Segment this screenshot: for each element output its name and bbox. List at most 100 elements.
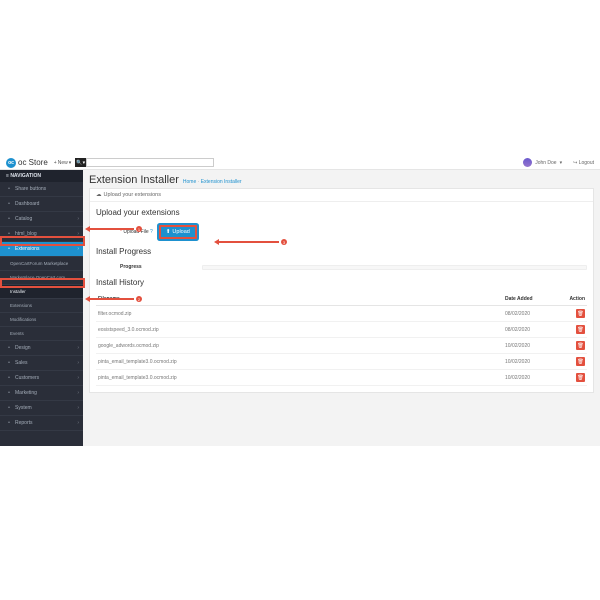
user-name[interactable]: John Doe [535, 160, 556, 166]
trash-icon: 🗑 [577, 375, 583, 381]
nav-icon: • [6, 201, 12, 207]
new-button[interactable]: + New ▾ [54, 160, 71, 166]
col-filename[interactable]: Filename [96, 293, 503, 306]
sidebar-item-label: Marketing [15, 390, 37, 396]
annotation-box-extensions [0, 236, 85, 246]
cell-filename: google_adwords.ocmod.zip [96, 338, 503, 354]
chevron-right-icon: › [77, 216, 79, 222]
delete-button[interactable]: 🗑 [576, 341, 585, 350]
sidebar-item[interactable]: •Marketing › [0, 386, 83, 401]
chevron-right-icon: › [77, 390, 79, 396]
search-button[interactable]: 🔍 ▾ [75, 158, 86, 167]
sidebar-item-label: Extensions [10, 303, 32, 308]
sidebar-item-label: Extensions [15, 246, 39, 252]
sidebar-item-label: OpenCartForum Marketplace [10, 261, 68, 266]
nav-icon: • [6, 375, 12, 381]
nav-icon: • [6, 345, 12, 351]
cell-filename: eosistspeed_3.0.ocmod.zip [96, 322, 503, 338]
progress-section-title: Install Progress [96, 247, 587, 256]
table-row: filter.ocmod.zip08/02/2020 🗑 [96, 306, 587, 322]
sidebar-item-label: Share buttons [15, 186, 46, 192]
cell-date: 10/02/2020 [503, 338, 559, 354]
caret-down-icon: ▾ [69, 160, 72, 166]
nav-icon: • [6, 360, 12, 366]
cell-date: 10/02/2020 [503, 370, 559, 386]
sidebar-item-label: Reports [15, 420, 33, 426]
upload-section-title: Upload your extensions [96, 208, 587, 217]
chevron-right-icon: › [77, 375, 79, 381]
sidebar-item[interactable]: •Share buttons [0, 182, 83, 197]
sidebar-item[interactable]: •Customers › [0, 371, 83, 386]
table-row: pinta_email_template3.0.ocmod.zip10/02/2… [96, 370, 587, 386]
nav-icon: • [6, 390, 12, 396]
logout-link[interactable]: ↪ Logout [573, 160, 594, 166]
col-date[interactable]: Date Added [503, 293, 559, 306]
nav-icon: • [6, 405, 12, 411]
delete-button[interactable]: 🗑 [576, 373, 585, 382]
cell-filename: pinta_email_template3.0.ocmod.zip [96, 354, 503, 370]
sidebar-item[interactable]: •Dashboard [0, 197, 83, 212]
cell-date: 08/02/2020 [503, 306, 559, 322]
sidebar-item[interactable]: OpenCartForum Marketplace [0, 257, 83, 271]
cloud-upload-icon: ☁ [96, 192, 102, 198]
trash-icon: 🗑 [577, 343, 583, 349]
trash-icon: 🗑 [577, 359, 583, 365]
table-row: pinta_email_template3.0.ocmod.zip10/02/2… [96, 354, 587, 370]
sidebar-item-label: Installer [10, 289, 26, 294]
sidebar-item[interactable]: •Reports› [0, 416, 83, 431]
sidebar-item-label: Modifications [10, 317, 36, 322]
nav-icon: • [6, 216, 12, 222]
sidebar-item[interactable]: Modifications [0, 313, 83, 327]
avatar[interactable] [523, 158, 532, 167]
nav-icon: • [6, 246, 12, 252]
panel-upload: ☁ Upload your extensions Upload your ext… [89, 188, 594, 393]
sidebar: ≡ NAVIGATION •Share buttons•Dashboard•Ca… [0, 170, 83, 446]
chevron-right-icon: › [77, 405, 79, 411]
sidebar-item[interactable]: •Sales › [0, 356, 83, 371]
table-row: eosistspeed_3.0.ocmod.zip08/02/2020 🗑 [96, 322, 587, 338]
delete-button[interactable]: 🗑 [576, 325, 585, 334]
nav-icon: • [6, 420, 12, 426]
sidebar-item-label: Sales [15, 360, 28, 366]
panel-heading: ☁ Upload your extensions [90, 189, 593, 202]
help-icon[interactable]: ? [150, 229, 153, 235]
sidebar-heading: ≡ NAVIGATION [0, 170, 83, 182]
sidebar-item[interactable]: Extensions [0, 299, 83, 313]
breadcrumb-current[interactable]: Extension Installer [201, 179, 242, 185]
sidebar-item[interactable]: •System › [0, 401, 83, 416]
sidebar-item[interactable]: •Design › [0, 341, 83, 356]
trash-icon: 🗑 [577, 311, 583, 317]
sidebar-item-label: Catalog [15, 216, 32, 222]
annotation-arrow-3: 3 [214, 239, 287, 245]
sidebar-item-label: Customers [15, 375, 39, 381]
search-input[interactable] [86, 158, 214, 167]
annotation-arrow-1: 1 [85, 226, 142, 232]
cell-filename: pinta_email_template3.0.ocmod.zip [96, 370, 503, 386]
sidebar-item-label: System [15, 405, 32, 411]
cell-date: 08/02/2020 [503, 322, 559, 338]
chevron-right-icon: › [77, 360, 79, 366]
plus-icon: + [54, 160, 57, 166]
brand-badge-icon: oc [6, 158, 16, 168]
history-section-title: Install History [96, 278, 587, 287]
brand[interactable]: oc oc Store [6, 158, 48, 168]
cell-filename: filter.ocmod.zip [96, 306, 503, 322]
history-table: Filename Date Added Action filter.ocmod.… [96, 293, 587, 386]
annotation-arrow-2: 2 [85, 296, 142, 302]
sidebar-item[interactable]: Events [0, 327, 83, 341]
sidebar-item-label: Design [15, 345, 31, 351]
breadcrumb-home[interactable]: Home [183, 179, 196, 185]
delete-button[interactable]: 🗑 [576, 309, 585, 318]
chevron-right-icon: › [77, 345, 79, 351]
sidebar-item[interactable]: •Catalog › [0, 212, 83, 227]
brand-text: oc Store [18, 158, 48, 167]
delete-button[interactable]: 🗑 [576, 357, 585, 366]
caret-down-icon[interactable]: ▾ [560, 160, 563, 166]
trash-icon: 🗑 [577, 327, 583, 333]
breadcrumb: Home · Extension Installer [183, 179, 242, 185]
topbar: oc oc Store + New ▾ 🔍 ▾ John Doe ▾ ↪ Log… [0, 156, 600, 170]
upload-icon: ⬆ [166, 229, 171, 235]
annotation-box-installer [0, 278, 85, 288]
upload-button[interactable]: ⬆ Upload [159, 225, 197, 239]
caret-down-icon: ▾ [83, 160, 86, 166]
